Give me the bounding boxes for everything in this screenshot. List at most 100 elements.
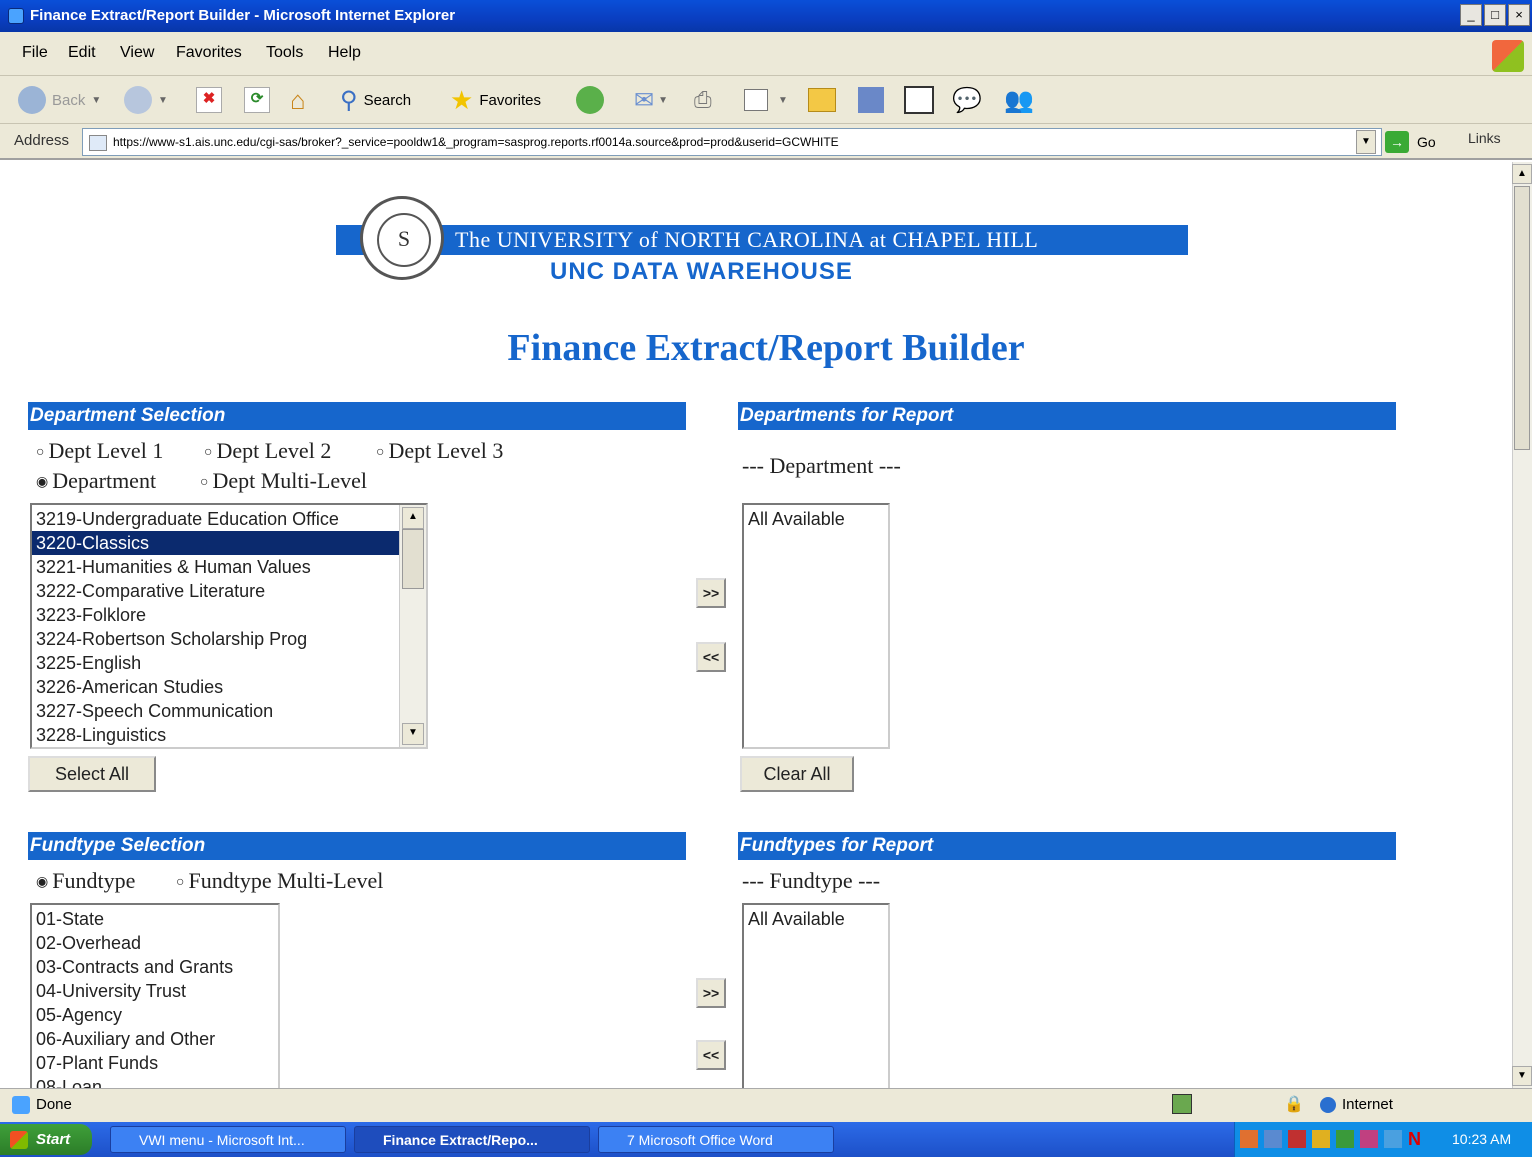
department-selection-header: Department Selection [28, 402, 686, 430]
menu-help[interactable]: Help [328, 44, 361, 62]
discuss-button[interactable]: 💬 [952, 82, 982, 118]
list-item[interactable]: 3221-Humanities & Human Values [32, 555, 426, 579]
scroll-thumb[interactable] [402, 529, 424, 589]
tray-icon[interactable] [1312, 1130, 1330, 1148]
messenger-icon: 👥 [1004, 86, 1034, 114]
scroll-up-button[interactable]: ▲ [402, 507, 424, 529]
list-item[interactable]: 05-Agency [32, 1003, 278, 1027]
close-button[interactable]: × [1508, 4, 1530, 26]
search-button[interactable]: ⚲ Search [340, 82, 411, 118]
list-item[interactable]: 06-Auxiliary and Other [32, 1027, 278, 1051]
list-item[interactable]: 02-Overhead [32, 931, 278, 955]
menu-file[interactable]: File [22, 44, 48, 62]
taskbar-item-vwi-menu[interactable]: VWI menu - Microsoft Int... [110, 1126, 346, 1153]
tray-icon[interactable] [1240, 1130, 1258, 1148]
menu-tools[interactable]: Tools [266, 44, 303, 62]
research-button[interactable] [858, 82, 884, 118]
stop-button[interactable]: ✖ [196, 82, 222, 118]
messenger-button[interactable]: 👥 [1004, 82, 1034, 118]
radio-dept-level-1[interactable]: ○ Dept Level 1 [36, 438, 163, 464]
list-item[interactable]: 03-Contracts and Grants [32, 955, 278, 979]
add-department-button[interactable]: >> [696, 578, 726, 608]
fundtypes-for-report-header: Fundtypes for Report [738, 832, 1396, 860]
research-icon [858, 87, 884, 113]
list-item[interactable]: 07-Plant Funds [32, 1051, 278, 1075]
taskbar-item-finance-extract[interactable]: Finance Extract/Repo... [354, 1126, 590, 1153]
menu-view[interactable]: View [120, 44, 154, 62]
list-item[interactable]: 01-State [32, 907, 278, 931]
maximize-button[interactable]: □ [1484, 4, 1506, 26]
radio-fundtype-multi-level[interactable]: ○ Fundtype Multi-Level [176, 868, 383, 894]
scroll-up-button[interactable]: ▲ [1512, 164, 1532, 184]
menu-edit[interactable]: Edit [68, 44, 96, 62]
fullscreen-button[interactable] [904, 82, 934, 118]
window-title-bar[interactable]: Finance Extract/Report Builder - Microso… [0, 0, 1532, 32]
tray-icon[interactable] [1360, 1130, 1378, 1148]
list-item[interactable]: All Available [744, 507, 888, 531]
remove-fundtype-button[interactable]: << [696, 1040, 726, 1070]
taskbar-clock: 10:23 AM [1452, 1131, 1512, 1147]
links-button[interactable]: Links [1468, 130, 1501, 146]
fundtype-listbox[interactable]: 01-State 02-Overhead 03-Contracts and Gr… [30, 903, 280, 1088]
list-item[interactable]: 3224-Robertson Scholarship Prog [32, 627, 426, 651]
address-dropdown-button[interactable]: ▼ [1356, 130, 1376, 154]
radio-fundtype[interactable]: ◉ Fundtype [36, 868, 135, 894]
history-button[interactable] [576, 82, 604, 118]
mail-button[interactable]: ✉ ▼ [634, 82, 668, 118]
list-item[interactable]: 3222-Comparative Literature [32, 579, 426, 603]
list-item[interactable]: 04-University Trust [32, 979, 278, 1003]
clear-all-button[interactable]: Clear All [740, 756, 854, 792]
window-icon [904, 86, 934, 114]
favorites-button[interactable]: ★ Favorites [450, 82, 541, 118]
list-item[interactable]: 3223-Folklore [32, 603, 426, 627]
scroll-down-button[interactable]: ▼ [1512, 1066, 1532, 1086]
list-item[interactable]: All Available [744, 907, 888, 931]
radio-department[interactable]: ◉ Department [36, 468, 156, 494]
windows-logo-icon [1492, 40, 1524, 72]
address-input[interactable]: https://www-s1.ais.unc.edu/cgi-sas/broke… [82, 128, 1382, 156]
fundtypes-report-listbox[interactable]: All Available [742, 903, 890, 1088]
tray-icon[interactable] [1264, 1130, 1282, 1148]
list-item[interactable]: 3228-Linguistics [32, 723, 426, 747]
radio-dept-multi-level[interactable]: ○ Dept Multi-Level [200, 468, 367, 494]
radio-dept-level-2[interactable]: ○ Dept Level 2 [204, 438, 331, 464]
refresh-button[interactable]: ⟳ [244, 82, 270, 118]
edit-button[interactable]: ▼ [744, 82, 788, 118]
home-button[interactable]: ⌂ [290, 82, 306, 118]
scroll-thumb[interactable] [1514, 186, 1530, 450]
departments-report-listbox[interactable]: All Available [742, 503, 890, 749]
minimize-button[interactable]: _ [1460, 4, 1482, 26]
list-item[interactable]: 3226-American Studies [32, 675, 426, 699]
folder-icon [808, 88, 836, 112]
list-item[interactable]: 08-Loan [32, 1075, 278, 1088]
menu-favorites[interactable]: Favorites [176, 44, 242, 62]
security-zone-icon [1172, 1094, 1192, 1114]
tray-icon[interactable] [1336, 1130, 1354, 1148]
add-fundtype-button[interactable]: >> [696, 978, 726, 1008]
fundtype-selection-header: Fundtype Selection [28, 832, 686, 860]
lock-icon: 🔒 [1284, 1096, 1304, 1113]
window-title: Finance Extract/Report Builder - Microso… [30, 7, 456, 24]
taskbar-item-word[interactable]: 7 Microsoft Office Word [598, 1126, 834, 1153]
tray-icon[interactable] [1384, 1130, 1402, 1148]
tray-n-icon[interactable]: N [1408, 1130, 1426, 1148]
department-list-scrollbar[interactable]: ▲ ▼ [399, 505, 426, 747]
tray-icon[interactable] [1288, 1130, 1306, 1148]
list-item[interactable]: 3225-English [32, 651, 426, 675]
folder-button[interactable] [808, 82, 836, 118]
list-item[interactable]: 3227-Speech Communication [32, 699, 426, 723]
forward-button[interactable]: ▼ [124, 82, 168, 118]
list-item-selected[interactable]: 3220-Classics [32, 531, 402, 555]
remove-department-button[interactable]: << [696, 642, 726, 672]
select-all-button[interactable]: Select All [28, 756, 156, 792]
scroll-down-button[interactable]: ▼ [402, 723, 424, 745]
print-button[interactable]: ⎙ [694, 82, 712, 118]
list-item[interactable]: 3219-Undergraduate Education Office [32, 507, 426, 531]
radio-dept-level-3[interactable]: ○ Dept Level 3 [376, 438, 503, 464]
department-listbox[interactable]: 3219-Undergraduate Education Office 3220… [30, 503, 428, 749]
go-button[interactable]: → Go [1385, 130, 1455, 154]
start-button[interactable]: Start [0, 1124, 92, 1155]
unc-seal-logo: S [360, 196, 444, 280]
edit-page-icon [744, 89, 768, 111]
back-button[interactable]: Back ▼ [18, 82, 101, 118]
